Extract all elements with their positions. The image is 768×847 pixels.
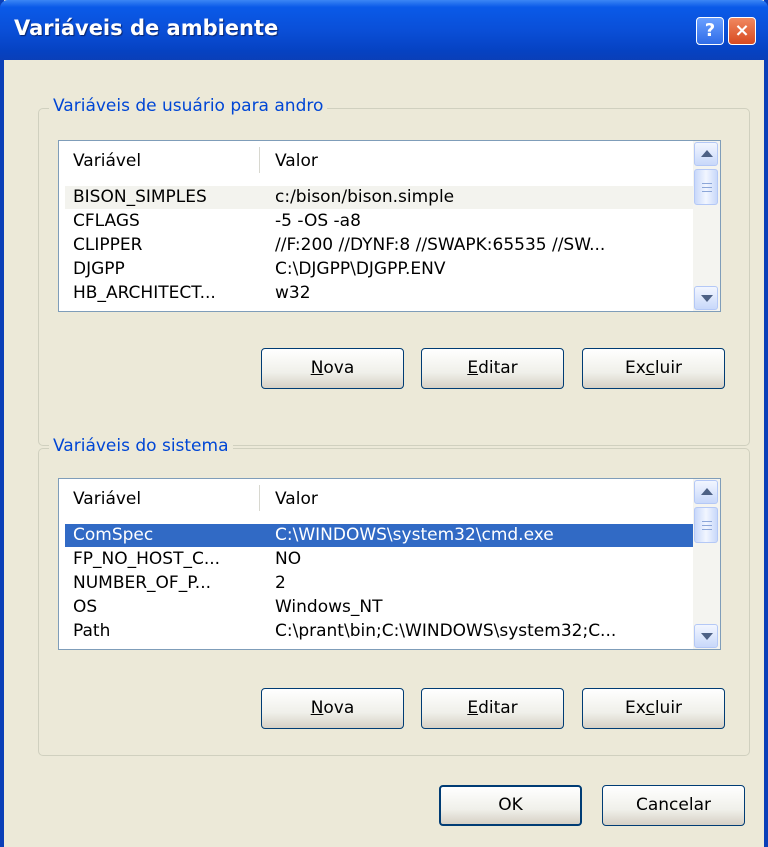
access-key: N — [310, 698, 324, 718]
button-label: ova — [323, 698, 355, 718]
cancel-button[interactable]: Cancelar — [602, 785, 745, 826]
list-item[interactable]: CFLAGS -5 -OS -a8 — [65, 210, 695, 233]
variable-name: DJGPP — [73, 259, 125, 279]
user-delete-button[interactable]: Excluir — [582, 348, 725, 389]
ok-button[interactable]: OK — [439, 785, 582, 826]
variable-name: CLIPPER — [73, 235, 143, 255]
list-item[interactable]: FP_NO_HOST_C... NO — [65, 548, 695, 571]
variable-value: C:\DJGPP\DJGPP.ENV — [275, 259, 446, 279]
variable-name: ComSpec — [73, 525, 154, 545]
grip-line — [702, 191, 712, 192]
variable-name: Path — [73, 621, 111, 641]
user-edit-button[interactable]: Editar — [421, 348, 564, 389]
variable-name: NUMBER_OF_P... — [73, 573, 212, 593]
user-variables-legend: Variáveis de usuário para andro — [49, 96, 328, 116]
grip-line — [702, 521, 712, 522]
title-bar[interactable]: Variáveis de ambiente ? × — [0, 0, 768, 60]
access-key: N — [310, 358, 324, 378]
grip-line — [702, 187, 712, 188]
list-header: Variável Valor — [59, 141, 695, 181]
column-divider[interactable] — [259, 485, 260, 511]
button-label: ditar — [478, 358, 518, 378]
list-item[interactable]: HB_ARCHITECT... w32 — [65, 282, 695, 305]
list-item[interactable]: OS Windows_NT — [65, 596, 695, 619]
vertical-scrollbar[interactable] — [693, 479, 720, 649]
scroll-up-button[interactable] — [694, 142, 718, 166]
grip-line — [702, 525, 712, 526]
variable-value: 2 — [275, 573, 286, 593]
window-title: Variáveis de ambiente — [14, 16, 279, 40]
scroll-down-button[interactable] — [694, 286, 718, 310]
variable-value: c:/bison/bison.simple — [275, 187, 455, 207]
system-new-button[interactable]: Nova — [261, 688, 404, 729]
column-header-variable[interactable]: Variável — [73, 151, 141, 171]
variable-name: OS — [73, 597, 98, 617]
variable-value: -5 -OS -a8 — [275, 211, 361, 231]
button-label: ova — [323, 358, 355, 378]
variable-value: NO — [275, 549, 302, 569]
list-item[interactable]: DJGPP C:\DJGPP\DJGPP.ENV — [65, 258, 695, 281]
help-icon[interactable]: ? — [696, 17, 724, 45]
environment-variables-dialog: Variáveis de ambiente ? × Variáveis de u… — [0, 0, 768, 847]
list-header: Variável Valor — [59, 479, 695, 519]
access-key: E — [467, 698, 479, 718]
system-variables-list[interactable]: Variável Valor ComSpec C:\WINDOWS\system… — [58, 478, 721, 650]
button-label: luir — [654, 698, 683, 718]
user-new-button[interactable]: Nova — [261, 348, 404, 389]
chevron-down-icon — [701, 633, 713, 640]
button-label: ditar — [478, 698, 518, 718]
column-header-variable[interactable]: Variável — [73, 489, 141, 509]
list-item[interactable]: BISON_SIMPLES c:/bison/bison.simple — [65, 186, 695, 209]
variable-value: Windows_NT — [275, 597, 383, 617]
chevron-up-icon — [701, 488, 713, 495]
column-header-value[interactable]: Valor — [275, 489, 318, 509]
list-item[interactable]: Path C:\prant\bin;C:\WINDOWS\system32;C.… — [65, 620, 695, 643]
scroll-thumb[interactable] — [694, 169, 718, 205]
button-label: luir — [654, 358, 683, 378]
grip-line — [702, 183, 712, 184]
variable-name: CFLAGS — [73, 211, 140, 231]
list-item[interactable]: NUMBER_OF_P... 2 — [65, 572, 695, 595]
scroll-down-button[interactable] — [694, 624, 718, 648]
list-item[interactable]: CLIPPER //F:200 //DYNF:8 //SWAPK:65535 /… — [65, 234, 695, 257]
access-key: c — [645, 358, 655, 378]
list-item-selected[interactable]: ComSpec C:\WINDOWS\system32\cmd.exe — [65, 524, 695, 547]
vertical-scrollbar[interactable] — [693, 141, 720, 311]
variable-value: C:\WINDOWS\system32\cmd.exe — [275, 525, 554, 545]
access-key: c — [645, 698, 655, 718]
variable-name: HB_ARCHITECT... — [73, 283, 216, 303]
variable-value: C:\prant\bin;C:\WINDOWS\system32;C... — [275, 621, 617, 641]
chevron-up-icon — [701, 150, 713, 157]
variable-value: //F:200 //DYNF:8 //SWAPK:65535 //SW... — [275, 235, 606, 255]
system-variables-legend: Variáveis do sistema — [49, 436, 233, 456]
scroll-thumb[interactable] — [694, 507, 718, 543]
variable-name: BISON_SIMPLES — [73, 187, 207, 207]
scroll-up-button[interactable] — [694, 480, 718, 504]
system-delete-button[interactable]: Excluir — [582, 688, 725, 729]
variable-name: FP_NO_HOST_C... — [73, 549, 221, 569]
button-label: Ex — [624, 358, 646, 378]
chevron-down-icon — [701, 295, 713, 302]
button-label: Ex — [624, 698, 646, 718]
user-variables-list[interactable]: Variável Valor BISON_SIMPLES c:/bison/bi… — [58, 140, 721, 312]
column-divider[interactable] — [259, 147, 260, 173]
system-edit-button[interactable]: Editar — [421, 688, 564, 729]
grip-line — [702, 529, 712, 530]
close-icon[interactable]: × — [728, 17, 756, 45]
variable-value: w32 — [275, 283, 311, 303]
access-key: E — [467, 358, 479, 378]
column-header-value[interactable]: Valor — [275, 151, 318, 171]
